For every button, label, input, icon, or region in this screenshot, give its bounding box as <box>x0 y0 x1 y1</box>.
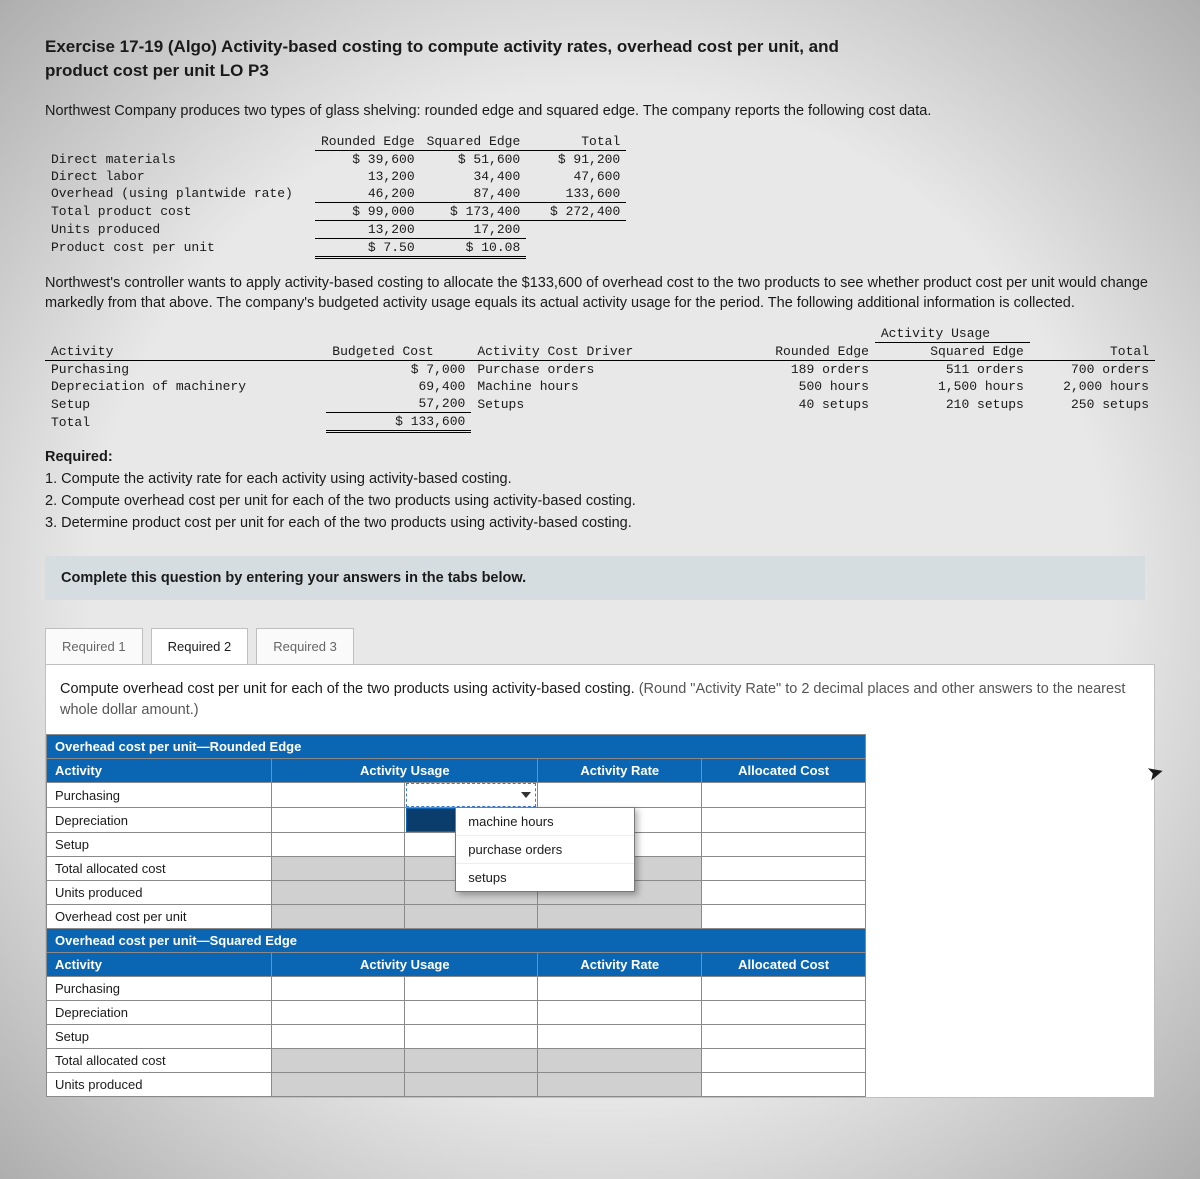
cost-data-table: Rounded Edge Squared Edge Total Direct m… <box>45 133 626 259</box>
required-block: Required: 1. Compute the activity rate f… <box>45 447 1155 534</box>
alloc-input[interactable] <box>702 1001 866 1025</box>
required-1: 1. Compute the activity rate for each ac… <box>45 471 512 487</box>
title-line-1: Exercise 17-19 (Algo) Activity-based cos… <box>45 37 839 56</box>
col-total: Total <box>526 133 626 151</box>
perunit-input[interactable] <box>702 905 866 929</box>
tab-required-2[interactable]: Required 2 <box>151 628 249 665</box>
required-3: 3. Determine product cost per unit for e… <box>45 515 632 531</box>
alloc-input[interactable] <box>702 808 866 833</box>
usage-qty-input[interactable] <box>272 833 405 857</box>
title-line-2: product cost per unit LO P3 <box>45 61 269 80</box>
page: Exercise 17-19 (Algo) Activity-based cos… <box>45 35 1155 1098</box>
cursor-icon: ➤ <box>1144 759 1167 787</box>
intro-paragraph: Northwest Company produces two types of … <box>45 101 1155 121</box>
rate-input[interactable] <box>538 1025 702 1049</box>
section-squared: Overhead cost per unit—Squared Edge <box>47 929 866 953</box>
alloc-total-input[interactable] <box>702 857 866 881</box>
usage-unit-dropdown[interactable] <box>405 977 538 1001</box>
units-input[interactable] <box>702 1073 866 1097</box>
r2-units-produced: Units produced <box>47 1073 272 1097</box>
usage-unit-dropdown[interactable] <box>405 1001 538 1025</box>
r1-overhead-per-unit: Overhead cost per unit <box>47 905 272 929</box>
r2-total-allocated: Total allocated cost <box>47 1049 272 1073</box>
col-usage-label: Activity Usage <box>272 759 538 783</box>
col-activity: Activity <box>45 343 326 361</box>
r1-total-allocated: Total allocated cost <box>47 857 272 881</box>
activity-usage-header: Activity Usage <box>875 325 1030 343</box>
usage-unit-dropdown[interactable] <box>406 783 536 807</box>
col-driver: Activity Cost Driver <box>471 343 740 361</box>
tab-required-3[interactable]: Required 3 <box>256 628 354 665</box>
r1-depreciation: Depreciation <box>47 808 272 833</box>
col-rate-label: Activity Rate <box>538 759 702 783</box>
alloc-input[interactable] <box>702 1025 866 1049</box>
row-direct-materials: Direct materials <box>45 150 315 168</box>
panel-instruction: Compute overhead cost per unit for each … <box>46 665 1154 734</box>
col-activity-label: Activity <box>47 759 272 783</box>
r2-depreciation: Depreciation <box>47 1001 272 1025</box>
tab-panel: Compute overhead cost per unit for each … <box>45 664 1155 1098</box>
activity-table: Activity Usage Activity Budgeted Cost Ac… <box>45 325 1155 433</box>
chevron-down-icon <box>521 792 531 798</box>
usage-unit-dropdown[interactable] <box>405 1025 538 1049</box>
r2-purchasing: Purchasing <box>47 977 272 1001</box>
col-rounded: Rounded Edge <box>315 133 421 151</box>
col-budgeted: Budgeted Cost <box>326 343 471 361</box>
row-direct-labor: Direct labor <box>45 168 315 185</box>
r1-setup: Setup <box>47 833 272 857</box>
col-alloc-label: Allocated Cost <box>702 759 866 783</box>
col-squared-usage: Squared Edge <box>875 343 1030 361</box>
row-units-produced: Units produced <box>45 220 315 238</box>
row-total-product-cost: Total product cost <box>45 202 315 220</box>
alloc-input[interactable] <box>702 977 866 1001</box>
rate-input[interactable] <box>538 977 702 1001</box>
rate-input[interactable] <box>538 1001 702 1025</box>
usage-qty-input[interactable] <box>272 1001 405 1025</box>
col-rounded-usage: Rounded Edge <box>740 343 875 361</box>
dropdown-option-machine-hours[interactable]: machine hours <box>456 808 634 836</box>
usage-qty-input[interactable] <box>272 1025 405 1049</box>
instruction-bar: Complete this question by entering your … <box>45 556 1145 600</box>
alloc-input[interactable] <box>702 833 866 857</box>
usage-qty-input[interactable] <box>272 808 405 833</box>
tab-required-1[interactable]: Required 1 <box>45 628 143 665</box>
usage-qty-input[interactable] <box>272 977 405 1001</box>
dropdown-option-setups[interactable]: setups <box>456 864 634 891</box>
dropdown-popup: machine hours purchase orders setups <box>455 807 635 892</box>
r1-units-produced: Units produced <box>47 881 272 905</box>
exercise-title: Exercise 17-19 (Algo) Activity-based cos… <box>45 35 1155 83</box>
tab-row: Required 1 Required 2 Required 3 <box>45 628 1155 664</box>
r1-purchasing: Purchasing <box>47 783 272 808</box>
col-total-usage: Total <box>1030 343 1155 361</box>
rate-input[interactable] <box>538 783 702 808</box>
dropdown-option-purchase-orders[interactable]: purchase orders <box>456 836 634 864</box>
required-2: 2. Compute overhead cost per unit for ea… <box>45 493 636 509</box>
alloc-input[interactable] <box>702 783 866 808</box>
mid-paragraph: Northwest's controller wants to apply ac… <box>45 273 1155 314</box>
required-header: Required: <box>45 449 113 465</box>
row-overhead: Overhead (using plantwide rate) <box>45 185 315 203</box>
alloc-total-input[interactable] <box>702 1049 866 1073</box>
usage-qty-input[interactable] <box>272 783 405 808</box>
answer-table: Overhead cost per unit—Rounded Edge Acti… <box>46 734 866 1097</box>
row-cost-per-unit: Product cost per unit <box>45 238 315 257</box>
units-input[interactable] <box>702 881 866 905</box>
section-rounded: Overhead cost per unit—Rounded Edge <box>47 735 866 759</box>
r2-setup: Setup <box>47 1025 272 1049</box>
col-squared: Squared Edge <box>421 133 527 151</box>
